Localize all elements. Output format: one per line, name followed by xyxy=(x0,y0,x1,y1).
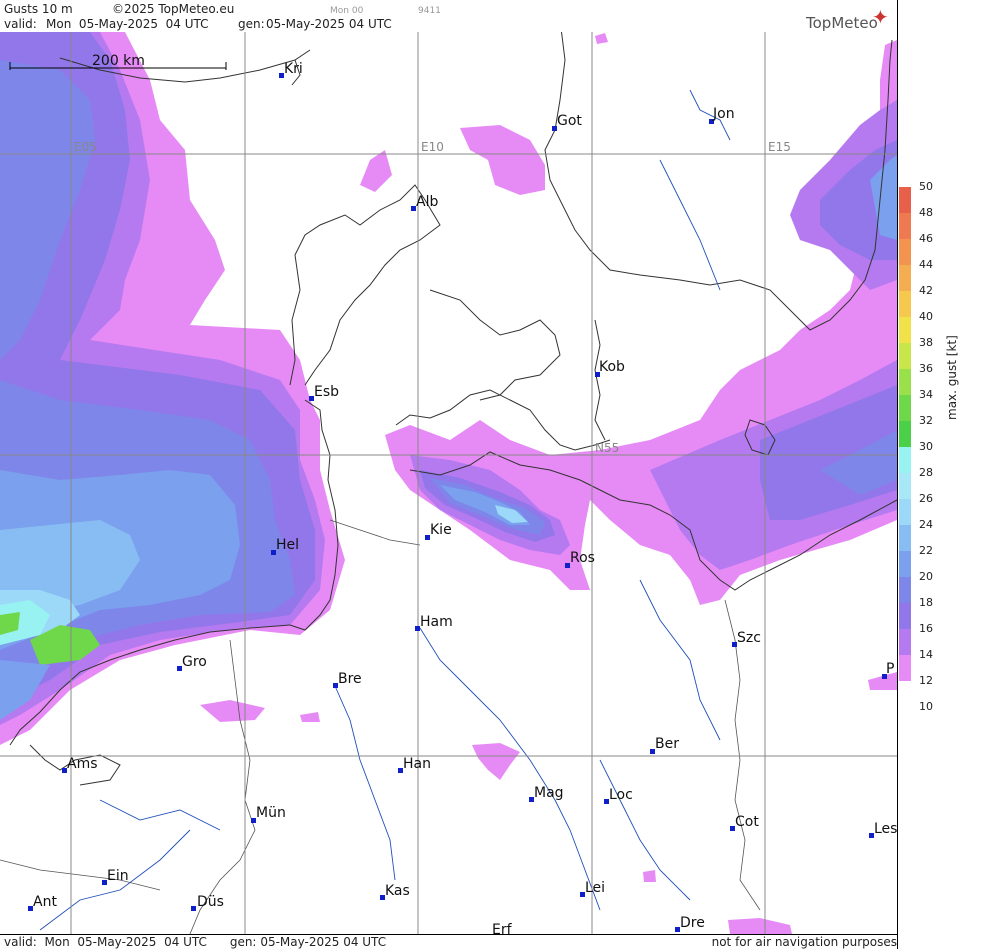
legend-swatch xyxy=(899,421,911,447)
legend-tick: 48 xyxy=(919,206,933,219)
legend-swatch xyxy=(899,239,911,265)
brand-logo: TopMeteo xyxy=(806,14,878,32)
legend-tick: 14 xyxy=(919,648,933,661)
legend-swatch xyxy=(899,265,911,291)
legend-swatch xyxy=(899,655,911,681)
legend-tick: 36 xyxy=(919,362,933,375)
legend-swatch xyxy=(899,629,911,655)
copyright: ©2025 TopMeteo.eu xyxy=(112,2,235,16)
gen-time: 05-May-2025 04 UTC xyxy=(266,17,392,31)
footer-valid-time: Mon 05-May-2025 04 UTC xyxy=(44,935,207,949)
city-marker xyxy=(191,906,196,911)
legend-swatch xyxy=(899,395,911,421)
city-label-ham: Ham xyxy=(420,614,453,630)
footer-valid: valid: Mon 05-May-2025 04 UTC gen: 05-Ma… xyxy=(4,935,386,949)
legend-swatch xyxy=(899,551,911,577)
grid-label-e15: E15 xyxy=(768,140,791,154)
city-label-ams: Ams xyxy=(67,756,98,772)
city-label-p: P xyxy=(886,661,894,677)
city-label-gro: Gro xyxy=(182,654,207,670)
city-label-loc: Loc xyxy=(609,787,633,803)
city-label-ros: Ros xyxy=(570,550,595,566)
city-label-mun: Mün xyxy=(256,805,286,821)
valid-label: valid: xyxy=(4,17,37,31)
city-label-han: Han xyxy=(403,756,431,772)
city-label-esb: Esb xyxy=(314,384,339,400)
grid-label-n55: N55 xyxy=(595,441,619,455)
city-label-jon: Jon xyxy=(712,106,735,122)
city-label-dre: Dre xyxy=(680,915,705,931)
legend-tick: 46 xyxy=(919,232,933,245)
legend-tick: 26 xyxy=(919,492,933,505)
footer-valid-label: valid: xyxy=(4,935,37,949)
legend-tick: 16 xyxy=(919,622,933,635)
city-label-bre: Bre xyxy=(338,671,362,687)
gust-map[interactable]: E05 E10 E15 N55 200 km Kri Got Jon Alb K… xyxy=(0,32,897,934)
product-title: Gusts 10 m xyxy=(4,2,73,16)
legend-tick: 50 xyxy=(919,180,933,193)
legend-swatch xyxy=(899,577,911,603)
legend-tick: 24 xyxy=(919,518,933,531)
legend-tick: 18 xyxy=(919,596,933,609)
legend-tick: 42 xyxy=(919,284,933,297)
legend-swatch xyxy=(899,499,911,525)
legend-tick: 44 xyxy=(919,258,933,271)
city-label-kri: Kri xyxy=(284,61,303,77)
legend-tick: 12 xyxy=(919,674,933,687)
city-label-les: Les xyxy=(874,821,897,837)
run-code: 9411 xyxy=(418,6,441,16)
city-label-lei: Lei xyxy=(585,880,605,896)
legend-swatch xyxy=(899,525,911,551)
run-label: Mon 00 xyxy=(330,6,364,16)
legend-tick: 10 xyxy=(919,700,933,713)
legend-swatch xyxy=(899,473,911,499)
legend-colorbar xyxy=(899,187,911,681)
city-label-ein: Ein xyxy=(107,868,129,884)
legend-swatch xyxy=(899,213,911,239)
scale-bar-label: 200 km xyxy=(92,53,145,69)
city-label-erf: Erf xyxy=(492,922,513,934)
city-label-got: Got xyxy=(557,113,582,129)
city-label-mag: Mag xyxy=(534,785,564,801)
footer-gen-label: gen: xyxy=(229,935,257,949)
legend-swatch xyxy=(899,317,911,343)
footer-gen-time: 05-May-2025 04 UTC xyxy=(260,935,387,949)
legend-tick: 28 xyxy=(919,466,933,479)
grid-label-e10: E10 xyxy=(421,140,444,154)
city-label-kob: Kob xyxy=(599,359,625,375)
legend-swatch xyxy=(899,603,911,629)
legend-tick: 20 xyxy=(919,570,933,583)
city-label-ber: Ber xyxy=(655,736,679,752)
city-label-dus: Düs xyxy=(197,894,224,910)
grid-label-e05: E05 xyxy=(74,140,97,154)
legend-tick: 22 xyxy=(919,544,933,557)
legend-swatch xyxy=(899,369,911,395)
legend-swatch xyxy=(899,447,911,473)
city-label-alb: Alb xyxy=(416,194,438,210)
city-label-szc: Szc xyxy=(737,630,761,646)
valid-time: Mon 05-May-2025 04 UTC xyxy=(46,17,209,31)
legend-tick: 30 xyxy=(919,440,933,453)
legend-tick: 40 xyxy=(919,310,933,323)
legend-swatch xyxy=(899,291,911,317)
legend-tick: 38 xyxy=(919,336,933,349)
city-label-kie: Kie xyxy=(430,522,452,538)
map-right-border xyxy=(897,0,898,949)
city-label-cot: Cot xyxy=(735,814,759,830)
legend-swatch xyxy=(899,187,911,213)
legend-swatch xyxy=(899,343,911,369)
legend-tick: 34 xyxy=(919,388,933,401)
footer-disclaimer: not for air navigation purposes xyxy=(711,935,897,949)
city-label-hel: Hel xyxy=(276,537,299,553)
legend-title: max. gust [kt] xyxy=(945,335,959,420)
legend-tick: 32 xyxy=(919,414,933,427)
gen-label: gen: xyxy=(238,17,265,31)
city-label-ant: Ant xyxy=(33,894,57,910)
compass-star-icon: ✦ xyxy=(872,5,889,29)
city-label-kas: Kas xyxy=(385,883,410,899)
